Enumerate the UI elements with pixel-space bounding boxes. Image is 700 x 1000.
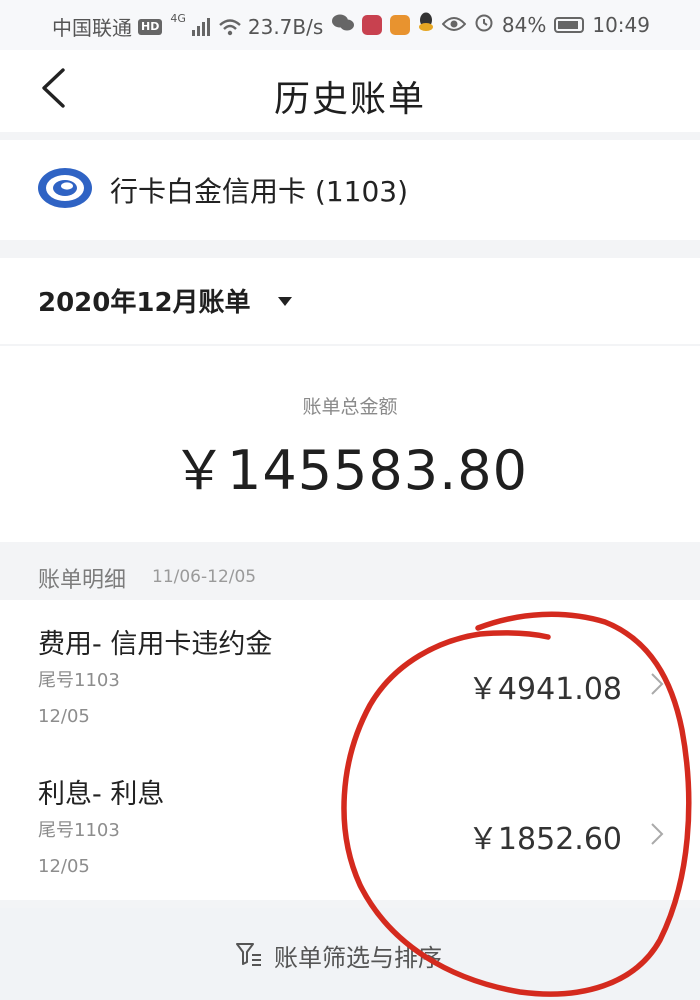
- transaction-amount: ￥4941.08: [467, 672, 622, 707]
- bank-logo-icon: [36, 165, 94, 211]
- battery-icon: [554, 16, 585, 33]
- details-date-range: 11/06-12/05: [152, 567, 257, 587]
- filter-sort-label: 账单筛选与排序: [274, 944, 442, 972]
- app-notification-icon: [361, 14, 382, 35]
- chevron-right-icon: [650, 672, 664, 700]
- wifi-icon: [218, 18, 242, 36]
- battery-percent: 84%: [501, 12, 547, 37]
- transaction-card-tail: 尾号1103: [38, 670, 120, 691]
- card-name: 行卡白金信用卡 (1103): [110, 175, 409, 208]
- status-right: 84% 10:49: [331, 12, 650, 37]
- transaction-description: 利息- 利息: [38, 779, 165, 810]
- transaction-card-tail: 尾号1103: [38, 820, 120, 841]
- transaction-date: 12/05: [38, 856, 90, 877]
- filter-sort-button[interactable]: 账单筛选与排序: [236, 938, 442, 973]
- hd-badge: HD: [138, 18, 163, 35]
- eye-icon: [441, 13, 467, 37]
- total-label: 账单总金额: [302, 396, 398, 418]
- details-header: 账单明细 11/06-12/05: [0, 548, 700, 600]
- app-header: 历史账单: [0, 50, 700, 132]
- details-title: 账单明细: [38, 568, 127, 593]
- status-bar: 中国联通 HD 4G 23.7B/s 84% 10:49: [0, 0, 700, 50]
- transaction-date: 12/05: [38, 706, 90, 727]
- chevron-right-icon: [650, 822, 664, 850]
- video-app-icon: [389, 14, 410, 35]
- page-title: 历史账单: [273, 79, 426, 120]
- caret-down-icon: [278, 292, 292, 311]
- clock-time: 10:49: [592, 12, 650, 37]
- signal-icon: [191, 17, 212, 36]
- statement-month-selector[interactable]: 2020年12月账单: [0, 258, 700, 344]
- carrier-name: 中国联通: [52, 16, 132, 40]
- card-row[interactable]: 行卡白金信用卡 (1103): [0, 140, 700, 240]
- wechat-icon: [331, 13, 354, 37]
- transaction-amount: ￥1852.60: [467, 822, 622, 857]
- transaction-list: 费用- 信用卡违约金 尾号1103 12/05 ￥4941.08 利息- 利息 …: [0, 600, 700, 900]
- statement-month-label: 2020年12月账单: [38, 288, 251, 318]
- network-speed: 23.7B/s: [247, 14, 324, 39]
- transaction-item[interactable]: 利息- 利息 尾号1103 12/05 ￥1852.60: [0, 750, 700, 900]
- filter-sort-icon: [236, 942, 262, 970]
- filter-sort-bar[interactable]: 账单筛选与排序: [0, 908, 700, 1000]
- transaction-item[interactable]: 费用- 信用卡违约金 尾号1103 12/05 ￥4941.08: [0, 600, 700, 750]
- total-summary: 账单总金额 ￥145583.80: [0, 346, 700, 542]
- transaction-description: 费用- 信用卡违约金: [38, 629, 273, 660]
- network-type: 4G: [170, 12, 186, 25]
- total-amount: ￥145583.80: [171, 439, 529, 502]
- alarm-icon: [474, 12, 494, 37]
- status-left: 中国联通 HD 4G 23.7B/s: [52, 12, 323, 41]
- qq-icon: [418, 12, 434, 37]
